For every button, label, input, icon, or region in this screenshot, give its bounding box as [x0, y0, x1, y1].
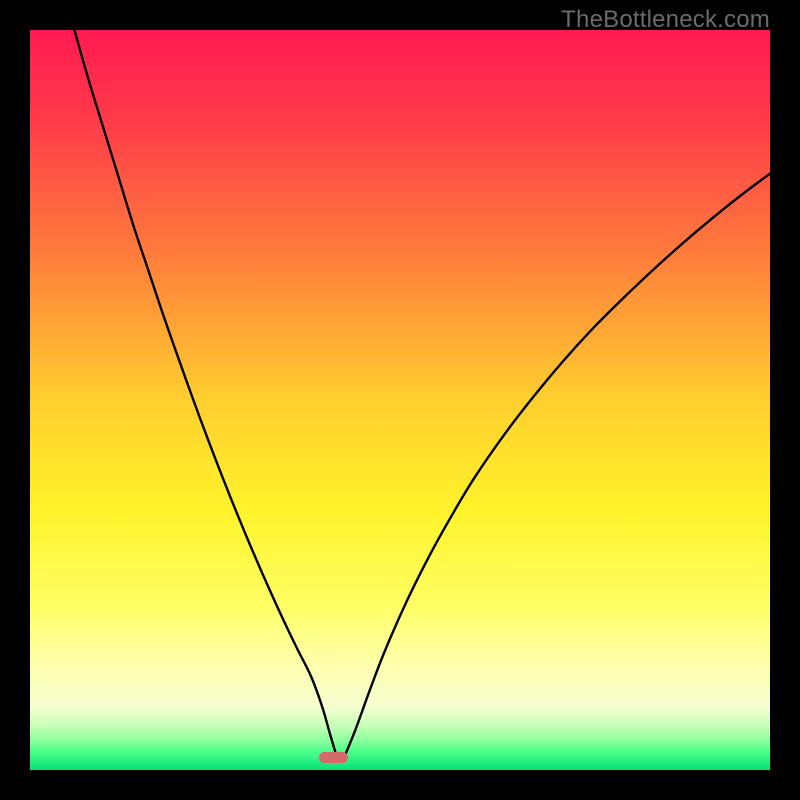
chart-frame: TheBottleneck.com	[0, 0, 800, 800]
watermark-text: TheBottleneck.com	[561, 6, 770, 34]
bottleneck-curve	[30, 30, 770, 770]
bottleneck-curve-left	[74, 30, 335, 753]
plot-area	[30, 30, 770, 770]
bottleneck-curve-right	[346, 174, 770, 753]
optimal-point-marker	[319, 752, 349, 764]
